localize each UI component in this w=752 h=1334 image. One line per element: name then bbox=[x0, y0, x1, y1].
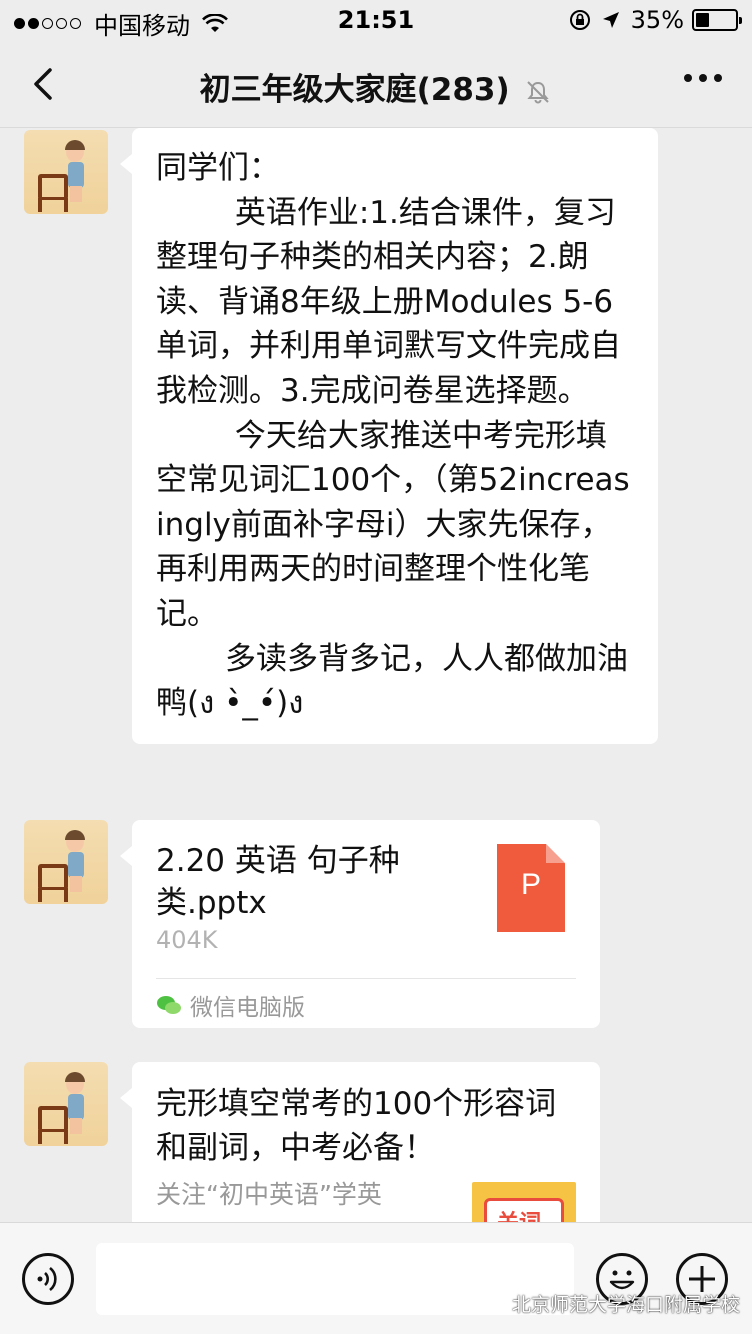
avatar-chair-leg bbox=[64, 198, 68, 212]
article-title: 完形填空常考的100个形容词和副词，中考必备！ bbox=[156, 1086, 557, 1166]
wechat-logo-icon bbox=[474, 1292, 503, 1314]
wechat-icon bbox=[157, 996, 181, 1014]
avatar-figure-legs bbox=[70, 1118, 82, 1134]
mute-bell-icon bbox=[527, 80, 550, 103]
status-right: 35% bbox=[569, 6, 742, 34]
watermark-text: 北京师范大学海口附属学校 bbox=[512, 1293, 741, 1316]
sender-avatar[interactable] bbox=[24, 1062, 108, 1146]
message-text: 同学们： 英语作业:1.结合课件，复习整理句子种类的相关内容；2.朗读、背诵8年… bbox=[156, 150, 630, 722]
file-icon-fold bbox=[546, 844, 565, 863]
avatar-chair-leg bbox=[38, 888, 42, 902]
watermark: 北京师范大学海口附属学校 bbox=[474, 1290, 740, 1316]
avatar-chair bbox=[38, 864, 68, 890]
avatar-figure bbox=[68, 852, 84, 878]
avatar-chair bbox=[38, 174, 68, 200]
more-dot bbox=[684, 74, 692, 82]
battery-icon bbox=[692, 9, 742, 31]
status-bar: 中国移动 21:51 35% bbox=[0, 0, 752, 40]
voice-wave-icon bbox=[37, 1266, 57, 1292]
more-dot bbox=[714, 74, 722, 82]
article-message-bubble[interactable]: 完形填空常考的100个形容词和副词，中考必备！ 关注“初中英语”学英 关词 bbox=[120, 1062, 600, 1222]
sender-avatar[interactable] bbox=[24, 130, 108, 214]
input-bar bbox=[0, 1222, 752, 1334]
article-thumbnail: 关词 bbox=[472, 1182, 576, 1222]
text-message-bubble[interactable]: 同学们： 英语作业:1.结合课件，复习整理句子种类的相关内容；2.朗读、背诵8年… bbox=[120, 128, 658, 744]
file-size: 404K bbox=[156, 926, 218, 954]
avatar-figure bbox=[68, 162, 84, 188]
chat-title-row: 初三年级大家庭(283) bbox=[0, 64, 752, 109]
location-arrow-icon bbox=[602, 12, 619, 28]
orientation-lock-icon bbox=[569, 10, 590, 30]
file-message-bubble[interactable]: 2.20 英语 句子种类.pptx 404K P 微信电脑版 bbox=[120, 820, 600, 1028]
file-name: 2.20 英语 句子种类.pptx bbox=[156, 843, 400, 921]
avatar-figure-legs bbox=[70, 186, 82, 202]
file-source-label: 微信电脑版 bbox=[190, 995, 305, 1021]
battery-percent: 35% bbox=[630, 6, 684, 34]
voice-icon[interactable] bbox=[22, 1253, 74, 1305]
file-icon-letter: P bbox=[520, 868, 541, 901]
avatar-figure-hair bbox=[65, 140, 85, 150]
divider bbox=[156, 978, 576, 979]
avatar-chair bbox=[38, 1106, 68, 1132]
sender-avatar[interactable] bbox=[24, 820, 108, 904]
avatar-chair-leg bbox=[64, 1130, 68, 1144]
battery-fill bbox=[696, 13, 710, 27]
avatar-chair-leg bbox=[64, 888, 68, 902]
more-dot bbox=[699, 74, 707, 82]
thumbnail-card: 关词 bbox=[484, 1198, 564, 1222]
file-source-row: 微信电脑版 bbox=[156, 988, 305, 1022]
more-icon[interactable] bbox=[677, 74, 722, 82]
avatar-figure-hair bbox=[65, 830, 85, 840]
avatar-figure bbox=[68, 1094, 84, 1120]
article-description: 关注“初中英语”学英 bbox=[156, 1180, 382, 1209]
chat-header: 初三年级大家庭(283) bbox=[0, 40, 752, 128]
avatar-figure-legs bbox=[70, 876, 82, 892]
avatar-chair-leg bbox=[38, 1130, 42, 1144]
thumbnail-text: 关词 bbox=[497, 1205, 541, 1222]
chat-title: 初三年级大家庭(283) bbox=[199, 72, 510, 108]
chat-message-list[interactable]: 同学们： 英语作业:1.结合课件，复习整理句子种类的相关内容；2.朗读、背诵8年… bbox=[0, 128, 752, 1222]
avatar-chair-leg bbox=[38, 198, 42, 212]
avatar-figure-hair bbox=[65, 1072, 85, 1082]
